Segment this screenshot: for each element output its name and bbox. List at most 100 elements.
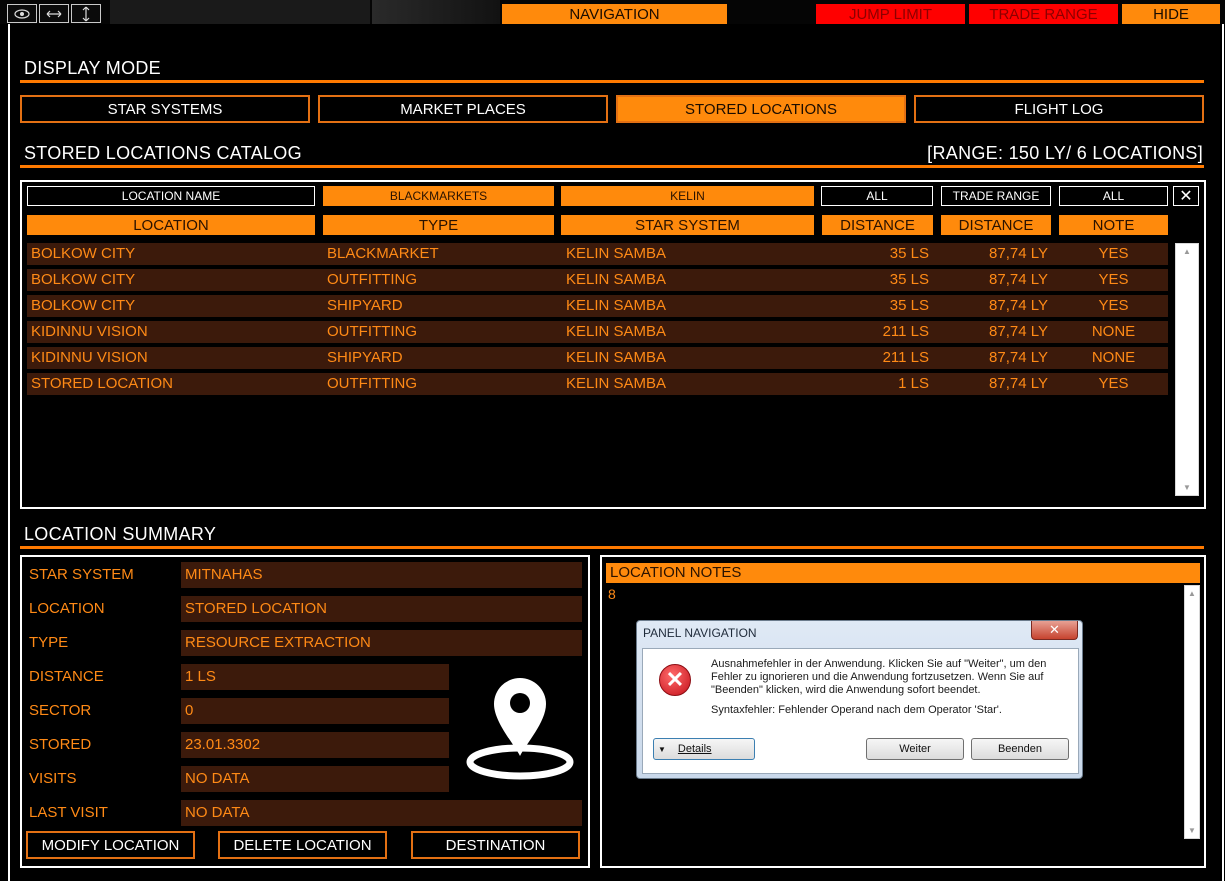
summary-value: 1 LS bbox=[181, 664, 449, 690]
table-row[interactable]: STORED LOCATION OUTFITTING KELIN SAMBA 1 LS… bbox=[27, 373, 1168, 395]
details-button-label: Details bbox=[677, 743, 712, 755]
mode-stored-locations-button[interactable]: STORED LOCATIONS bbox=[616, 95, 906, 123]
column-type[interactable]: TYPE bbox=[323, 215, 554, 235]
filter-trade-range[interactable]: TRADE RANGE bbox=[941, 186, 1051, 206]
cell-distance-ls: 211 LS bbox=[882, 349, 929, 366]
catalog-rule bbox=[20, 165, 1204, 168]
cell-star-system: KELIN SAMBA bbox=[566, 297, 667, 314]
cell-type: OUTFITTING bbox=[327, 271, 417, 288]
cell-type: SHIPYARD bbox=[327, 297, 403, 314]
catalog-scrollbar[interactable]: ▲ ▼ bbox=[1175, 243, 1199, 496]
filter-location-name[interactable]: LOCATION NAME bbox=[27, 186, 315, 206]
filter-star-system[interactable]: KELIN bbox=[561, 186, 814, 206]
cell-star-system: KELIN SAMBA bbox=[566, 323, 667, 340]
cell-location: STORED LOCATION bbox=[31, 375, 173, 392]
column-note[interactable]: NOTE bbox=[1059, 215, 1168, 235]
cell-location: KIDINNU VISION bbox=[31, 349, 148, 366]
column-distance-ls[interactable]: DISTANCE bbox=[822, 215, 933, 235]
cell-distance-ls: 35 LS bbox=[889, 245, 929, 262]
cell-location: KIDINNU VISION bbox=[31, 323, 148, 340]
column-location[interactable]: LOCATION bbox=[27, 215, 315, 235]
filter-note[interactable]: ALL bbox=[1059, 186, 1168, 206]
display-mode-heading: DISPLAY MODE bbox=[24, 58, 161, 78]
cell-distance-ly: 87,74 LY bbox=[989, 349, 1048, 366]
dialog-message: Ausnahmefehler in der Anwendung. Klicken… bbox=[711, 658, 1047, 696]
cell-type: BLACKMARKET bbox=[327, 245, 439, 262]
cell-distance-ly: 87,74 LY bbox=[989, 297, 1048, 314]
scroll-up-icon[interactable]: ▲ bbox=[1176, 247, 1198, 256]
table-row[interactable]: KIDINNU VISION OUTFITTING KELIN SAMBA 211 L… bbox=[27, 321, 1168, 343]
summary-label: LOCATION bbox=[29, 600, 105, 617]
filter-type[interactable]: BLACKMARKETS bbox=[323, 186, 554, 206]
cell-distance-ly: 87,74 LY bbox=[989, 323, 1048, 340]
cell-star-system: KELIN SAMBA bbox=[566, 375, 667, 392]
catalog-range-info: [RANGE: 150 LY/ 6 LOCATIONS] bbox=[927, 143, 1203, 163]
dialog-close-button[interactable]: ✕ bbox=[1031, 621, 1078, 640]
notes-text[interactable]: 8 bbox=[608, 586, 616, 602]
notes-scrollbar[interactable]: ▲ ▼ bbox=[1184, 585, 1200, 839]
destination-button[interactable]: DESTINATION bbox=[411, 831, 580, 859]
table-row[interactable]: BOLKOW CITY BLACKMARKET KELIN SAMBA 35 LS 87… bbox=[27, 243, 1168, 265]
tab-trade-range[interactable]: TRADE RANGE bbox=[969, 4, 1118, 24]
notes-heading: LOCATION NOTES bbox=[606, 563, 1200, 583]
cell-location: BOLKOW CITY bbox=[31, 297, 136, 314]
resize-vertical-icon[interactable] bbox=[71, 4, 101, 23]
cell-type: SHIPYARD bbox=[327, 349, 403, 366]
dialog-body: ✕ Ausnahmefehler in der Anwendung. Klick… bbox=[642, 648, 1079, 774]
summary-value: 0 bbox=[181, 698, 449, 724]
modify-location-button[interactable]: MODIFY LOCATION bbox=[26, 831, 195, 859]
cell-star-system: KELIN SAMBA bbox=[566, 271, 667, 288]
error-icon: ✕ bbox=[659, 664, 691, 696]
eye-icon[interactable] bbox=[7, 4, 37, 23]
mode-star-systems-button[interactable]: STAR SYSTEMS bbox=[20, 95, 310, 123]
filter-distance[interactable]: ALL bbox=[821, 186, 933, 206]
summary-label: LAST VISIT bbox=[29, 804, 108, 821]
mode-market-places-button[interactable]: MARKET PLACES bbox=[318, 95, 608, 123]
summary-label: SECTOR bbox=[29, 702, 92, 719]
scroll-down-icon[interactable]: ▼ bbox=[1176, 483, 1198, 492]
summary-heading: LOCATION SUMMARY bbox=[24, 524, 217, 544]
cell-type: OUTFITTING bbox=[327, 323, 417, 340]
table-row[interactable]: BOLKOW CITY SHIPYARD KELIN SAMBA 35 LS 87,74… bbox=[27, 295, 1168, 317]
summary-label: TYPE bbox=[29, 634, 69, 651]
dialog-title: PANEL NAVIGATION bbox=[643, 626, 757, 640]
cell-location: BOLKOW CITY bbox=[31, 271, 136, 288]
summary-rule bbox=[20, 546, 1204, 549]
table-row[interactable]: BOLKOW CITY OUTFITTING KELIN SAMBA 35 LS 87,… bbox=[27, 269, 1168, 291]
dropdown-arrow-icon: ▼ bbox=[658, 744, 666, 754]
table-row[interactable]: KIDINNU VISION SHIPYARD KELIN SAMBA 211 LS 8… bbox=[27, 347, 1168, 369]
summary-label: STORED bbox=[29, 736, 92, 753]
location-pin-icon bbox=[466, 676, 574, 780]
quit-button[interactable]: Beenden bbox=[971, 738, 1069, 760]
column-star-system[interactable]: STAR SYSTEM bbox=[561, 215, 814, 235]
continue-button[interactable]: Weiter bbox=[866, 738, 964, 760]
tab-jump-limit[interactable]: JUMP LIMIT bbox=[816, 4, 965, 24]
cell-distance-ly: 87,74 LY bbox=[989, 375, 1048, 392]
display-mode-rule bbox=[20, 80, 1204, 83]
delete-location-button[interactable]: DELETE LOCATION bbox=[218, 831, 387, 859]
summary-value: STORED LOCATION bbox=[181, 596, 582, 622]
summary-value: NO DATA bbox=[181, 766, 449, 792]
summary-label: VISITS bbox=[29, 770, 77, 787]
dialog-detail: Syntaxfehler: Fehlender Operand nach dem… bbox=[711, 704, 1002, 716]
summary-label: DISTANCE bbox=[29, 668, 104, 685]
resize-horizontal-icon[interactable] bbox=[39, 4, 69, 23]
summary-value: RESOURCE EXTRACTION bbox=[181, 630, 582, 656]
cell-star-system: KELIN SAMBA bbox=[566, 245, 667, 262]
clear-filters-icon[interactable]: ✕ bbox=[1173, 186, 1199, 206]
cell-note: YES bbox=[1098, 375, 1129, 392]
cell-type: OUTFITTING bbox=[327, 375, 417, 392]
tab-hide[interactable]: HIDE bbox=[1122, 4, 1220, 24]
cell-distance-ly: 87,74 LY bbox=[989, 271, 1048, 288]
notes-scroll-down-icon[interactable]: ▼ bbox=[1185, 826, 1199, 835]
cell-star-system: KELIN SAMBA bbox=[566, 349, 667, 366]
toolbar-spacer bbox=[110, 0, 370, 24]
tab-navigation[interactable]: NAVIGATION bbox=[502, 4, 727, 24]
column-distance-ly[interactable]: DISTANCE bbox=[941, 215, 1051, 235]
notes-scroll-up-icon[interactable]: ▲ bbox=[1185, 589, 1199, 598]
details-button[interactable]: ▼ Details bbox=[653, 738, 755, 760]
cell-note: NONE bbox=[1091, 349, 1136, 366]
cell-distance-ls: 35 LS bbox=[889, 271, 929, 288]
catalog-heading: STORED LOCATIONS CATALOG bbox=[24, 143, 302, 163]
mode-flight-log-button[interactable]: FLIGHT LOG bbox=[914, 95, 1204, 123]
